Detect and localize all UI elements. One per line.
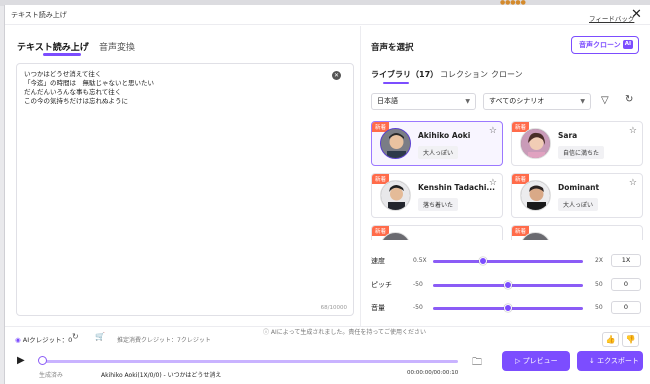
feedback-link[interactable]: フィードバック bbox=[589, 13, 634, 23]
close-icon[interactable]: ✕ bbox=[631, 8, 642, 22]
active-voice-tab-indicator bbox=[383, 82, 409, 84]
window-title: テキスト読み上げ bbox=[11, 11, 67, 19]
ai-credit-text: AIクレジット：0 bbox=[22, 336, 73, 344]
volume-value-field[interactable]: 0 bbox=[611, 301, 641, 314]
playback-progress[interactable] bbox=[42, 360, 458, 363]
output-file-name: Akihiko Aoki(1X/0/0) - いつかはどうせ消えて往く... bbox=[101, 372, 221, 379]
tab-text-to-speech[interactable]: テキスト読み上げ bbox=[17, 40, 89, 53]
voice-card[interactable]: 新着 bbox=[511, 225, 643, 240]
voice-card[interactable]: 新着 bbox=[371, 225, 503, 240]
volume-min: -50 bbox=[413, 304, 423, 311]
pitch-max: 50 bbox=[595, 281, 603, 288]
voice-select-title: 音声を選択 bbox=[371, 43, 414, 53]
text-line: いつかはどうせ消えて往く bbox=[24, 70, 102, 78]
voice-name: Akihiko Aoki bbox=[418, 131, 471, 140]
scenario-value: すべてのシナリオ bbox=[489, 97, 545, 105]
voice-panel: 音声を選択 音声クローン AI ライブラリ（17） コレクション クローン 日本… bbox=[361, 26, 650, 326]
pitch-label: ピッチ bbox=[371, 281, 392, 289]
tts-dialog: テキスト読み上げ フィードバック ✕ テキスト読み上げ 音声変換 いつかはどうせ… bbox=[4, 5, 650, 384]
speed-slider-handle[interactable] bbox=[478, 257, 487, 265]
pitch-slider-handle[interactable] bbox=[504, 281, 512, 289]
avatar bbox=[520, 128, 551, 159]
title-bar: テキスト読み上げ フィードバック ✕ bbox=[5, 5, 650, 25]
avatar bbox=[380, 180, 411, 211]
export-label: エクスポート bbox=[597, 357, 639, 365]
avatar bbox=[520, 180, 551, 211]
play-icon[interactable]: ▶ bbox=[17, 355, 25, 366]
voice-tag: 自信に満ちた bbox=[558, 146, 605, 159]
playback-handle[interactable] bbox=[38, 356, 47, 365]
speed-slider-row: 速度 0.5X 2X 1X bbox=[371, 254, 643, 268]
speed-max: 2X bbox=[595, 257, 603, 264]
scenario-select[interactable]: すべてのシナリオ ▼ bbox=[483, 93, 591, 110]
tab-collection[interactable]: コレクション bbox=[440, 69, 488, 80]
estimated-credit: 推定消費クレジット：7クレジット bbox=[117, 337, 211, 344]
speed-min: 0.5X bbox=[413, 257, 427, 264]
star-icon[interactable]: ☆ bbox=[629, 126, 637, 136]
preview-label: プレビュー bbox=[522, 357, 558, 365]
refresh-credit-icon[interactable]: ↻ bbox=[72, 332, 79, 341]
voice-name: Dominant bbox=[558, 183, 600, 192]
tab-library[interactable]: ライブラリ（17） bbox=[371, 69, 438, 80]
ai-credit-icon: ◉ bbox=[15, 336, 21, 344]
voice-card[interactable]: 新着 Dominant 大人っぽい ☆ bbox=[511, 173, 643, 218]
voice-card[interactable]: 新着 Kenshin Tadachi... 落ち着いた ☆ bbox=[371, 173, 503, 218]
text-line: 「今迄」の時間は 無駄じゃないと思いたい bbox=[24, 79, 154, 87]
voice-card[interactable]: 新着 Sara 自信に満ちた ☆ bbox=[511, 121, 643, 166]
preview-button[interactable]: ▷ プレビュー bbox=[502, 351, 570, 371]
thumbs-down-icon[interactable]: 👎 bbox=[622, 332, 639, 347]
bottom-bar: ⓘ AIによって生成されました。責任を持ってご使用ください ◉ AIクレジット：… bbox=[5, 326, 650, 384]
pitch-min: -50 bbox=[413, 281, 423, 288]
clear-text-icon[interactable]: ✕ bbox=[332, 71, 341, 80]
pitch-value-field[interactable]: 0 bbox=[611, 278, 641, 291]
voice-tag: 大人っぽい bbox=[418, 146, 459, 159]
volume-label: 音量 bbox=[371, 304, 385, 312]
tab-voice-changer[interactable]: 音声変換 bbox=[99, 40, 135, 53]
language-select[interactable]: 日本語 ▼ bbox=[371, 93, 476, 110]
volume-slider-row: 音量 -50 50 0 bbox=[371, 301, 643, 315]
star-icon[interactable]: ☆ bbox=[629, 178, 637, 188]
star-icon[interactable]: ☆ bbox=[489, 178, 497, 188]
ai-badge: AI bbox=[622, 40, 633, 49]
script-text[interactable]: いつかはどうせ消えて往く 「今迄」の時間は 無駄じゃないと思いたい だんだんいろ… bbox=[24, 70, 154, 106]
generated-status: 生成済み bbox=[39, 372, 64, 379]
thumbs-up-icon[interactable]: 👍 bbox=[602, 332, 619, 347]
text-panel: テキスト読み上げ 音声変換 いつかはどうせ消えて往く 「今迄」の時間は 無駄じゃ… bbox=[5, 26, 360, 326]
pitch-slider-row: ピッチ -50 50 0 bbox=[371, 278, 643, 292]
ai-notice-text: AIによって生成されました。責任を持ってご使用ください bbox=[270, 329, 427, 336]
speed-value-field[interactable]: 1X bbox=[611, 254, 641, 267]
voice-tag: 落ち着いた bbox=[418, 198, 459, 211]
filter-icon[interactable]: ▽ bbox=[601, 95, 609, 106]
refresh-icon[interactable]: ↻ bbox=[625, 94, 633, 105]
volume-max: 50 bbox=[595, 304, 603, 311]
speed-slider[interactable] bbox=[433, 260, 583, 263]
star-icon[interactable]: ☆ bbox=[489, 126, 497, 136]
voice-name: Kenshin Tadachi... bbox=[418, 183, 495, 192]
voice-name: Sara bbox=[558, 131, 578, 140]
cart-icon[interactable]: 🛒 bbox=[95, 332, 105, 341]
playback-time: 00:00:00/00:00:10 bbox=[407, 370, 459, 376]
voice-clone-label: 音声クローン bbox=[579, 41, 621, 49]
avatar bbox=[380, 128, 411, 159]
character-count: 68/10000 bbox=[320, 305, 347, 311]
voice-card[interactable]: 新着 Akihiko Aoki 大人っぽい ☆ bbox=[371, 121, 503, 166]
text-line: この今の気持ちだけは忘れぬように bbox=[24, 97, 128, 105]
ai-credit: ◉ AIクレジット：0 bbox=[15, 334, 72, 344]
voice-clone-button[interactable]: 音声クローン AI bbox=[571, 36, 639, 54]
language-value: 日本語 bbox=[377, 97, 398, 105]
chevron-down-icon: ▼ bbox=[465, 98, 470, 105]
text-line: だんだんいろんな事も忘れて往く bbox=[24, 88, 122, 96]
folder-icon[interactable]: 🗀 bbox=[472, 355, 482, 372]
volume-slider-handle[interactable] bbox=[504, 304, 512, 312]
chevron-down-icon: ▼ bbox=[580, 98, 585, 105]
speed-label: 速度 bbox=[371, 257, 385, 265]
active-tab-indicator bbox=[43, 53, 81, 56]
ai-notice: ⓘ AIによって生成されました。責任を持ってご使用ください bbox=[263, 329, 427, 336]
voice-grid: 新着 Akihiko Aoki 大人っぽい ☆ 新着 Sara 自信に満ちた ☆… bbox=[371, 121, 643, 240]
voice-tag: 大人っぽい bbox=[558, 198, 599, 211]
text-input-area[interactable]: いつかはどうせ消えて往く 「今迄」の時間は 無駄じゃないと思いたい だんだんいろ… bbox=[16, 63, 354, 316]
tab-clone[interactable]: クローン bbox=[491, 69, 523, 80]
export-button[interactable]: ↓ エクスポート bbox=[577, 351, 643, 371]
